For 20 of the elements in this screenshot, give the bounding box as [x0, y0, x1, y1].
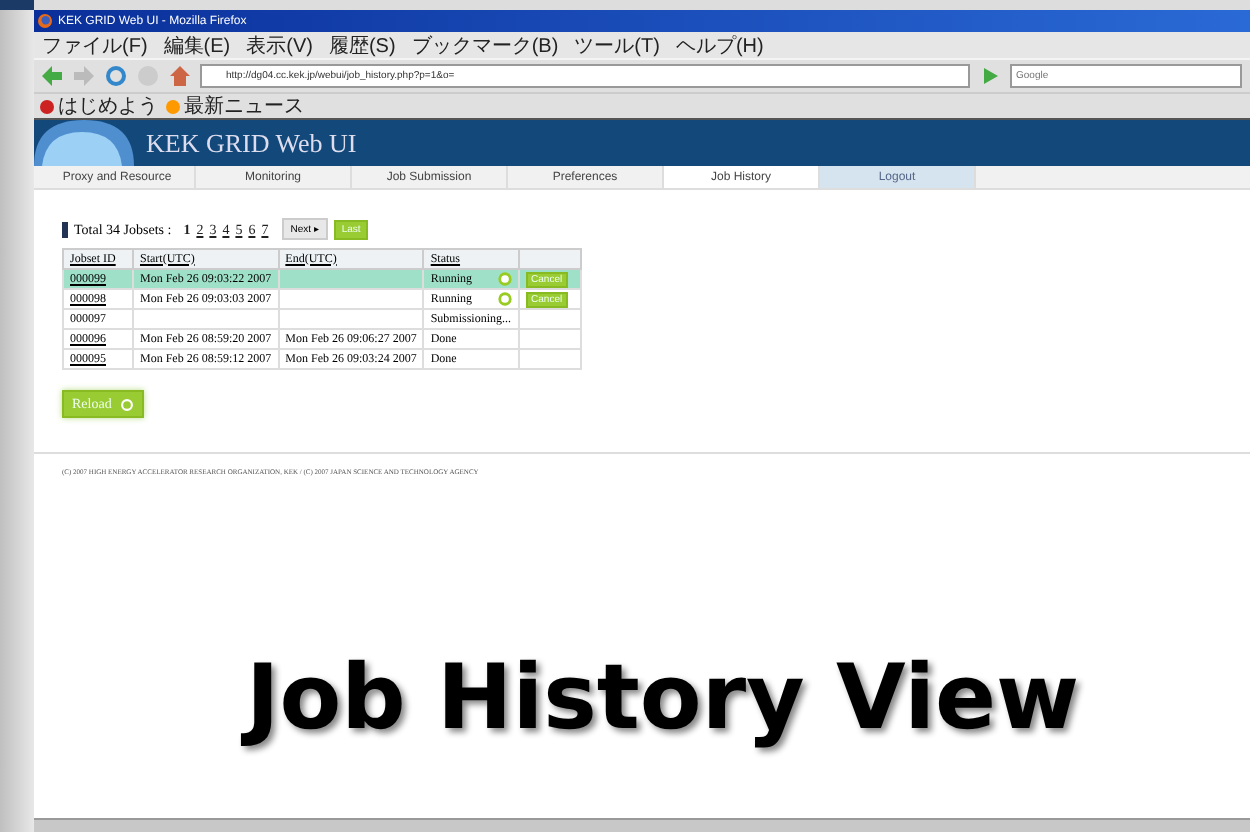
menu-item[interactable]: ファイル(F) — [42, 31, 148, 59]
forward-icon[interactable] — [72, 64, 96, 88]
bookmark-item[interactable]: はじめよう — [40, 92, 158, 120]
reload-icon[interactable] — [104, 64, 128, 88]
menu-item[interactable]: 編集(E) — [163, 31, 231, 59]
slide-caption: Job History View — [246, 644, 1080, 750]
browser-icon — [38, 14, 52, 28]
go-icon[interactable] — [978, 64, 1002, 88]
back-icon[interactable] — [40, 64, 64, 88]
bookmark-item[interactable]: 最新ニュース — [166, 92, 304, 120]
desktop-background — [0, 0, 34, 10]
globe-icon — [34, 120, 134, 166]
refresh-icon — [119, 397, 134, 411]
home-icon[interactable] — [168, 64, 192, 88]
menu-item[interactable]: 表示(V) — [246, 31, 313, 59]
menu-item[interactable]: ヘルプ(H) — [675, 31, 764, 59]
menu-item[interactable]: ツール(T) — [574, 31, 660, 59]
menu-item[interactable]: ブックマーク(B) — [411, 31, 559, 59]
site-title: KEK GRID Web UI — [146, 127, 357, 159]
menu-item[interactable]: 履歴(S) — [328, 31, 396, 59]
